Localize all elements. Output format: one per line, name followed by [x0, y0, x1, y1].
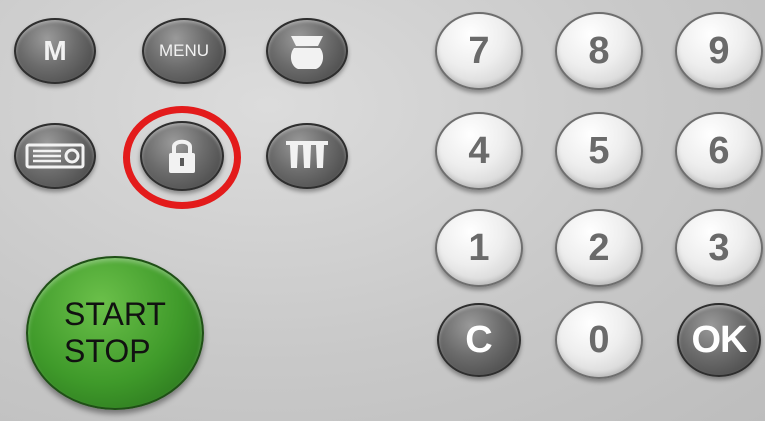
m-button[interactable]: M: [14, 18, 96, 84]
bowl-button[interactable]: [266, 18, 348, 84]
lamps-icon: [286, 141, 328, 168]
stop-label: STOP: [64, 333, 151, 369]
start-stop-button[interactable]: START STOP: [26, 256, 204, 410]
key-4-label: 4: [468, 129, 490, 172]
bowl-icon: [290, 36, 324, 69]
key-9-label: 9: [708, 29, 730, 72]
key-1[interactable]: 1: [435, 209, 523, 287]
m-button-label: M: [43, 35, 67, 66]
display-button[interactable]: [14, 123, 96, 189]
control-panel: M MENU START STOP 7 8 9 4 5 6 1 2 3 C 0 …: [0, 0, 765, 421]
key-5-label: 5: [588, 129, 610, 172]
key-0-label: 0: [588, 318, 610, 361]
key-8-label: 8: [588, 29, 610, 72]
key-0[interactable]: 0: [555, 301, 643, 379]
key-6[interactable]: 6: [675, 112, 763, 190]
ok-button-label: OK: [691, 318, 748, 361]
start-label: START: [64, 296, 166, 332]
key-2[interactable]: 2: [555, 209, 643, 287]
key-2-label: 2: [588, 226, 610, 269]
key-8[interactable]: 8: [555, 12, 643, 90]
clear-button[interactable]: C: [437, 303, 521, 377]
key-5[interactable]: 5: [555, 112, 643, 190]
lock-icon: [169, 139, 195, 173]
key-3-label: 3: [708, 226, 730, 269]
key-4[interactable]: 4: [435, 112, 523, 190]
key-3[interactable]: 3: [675, 209, 763, 287]
key-1-label: 1: [468, 226, 490, 269]
menu-button[interactable]: MENU: [142, 18, 226, 84]
menu-button-label: MENU: [158, 41, 210, 60]
lamps-button[interactable]: [266, 123, 348, 189]
key-7-label: 7: [468, 29, 490, 72]
display-icon: [25, 143, 85, 169]
ok-button[interactable]: OK: [677, 303, 761, 377]
key-6-label: 6: [708, 129, 730, 172]
lock-button[interactable]: [140, 121, 224, 191]
key-9[interactable]: 9: [675, 12, 763, 90]
key-7[interactable]: 7: [435, 12, 523, 90]
clear-button-label: C: [465, 318, 493, 361]
